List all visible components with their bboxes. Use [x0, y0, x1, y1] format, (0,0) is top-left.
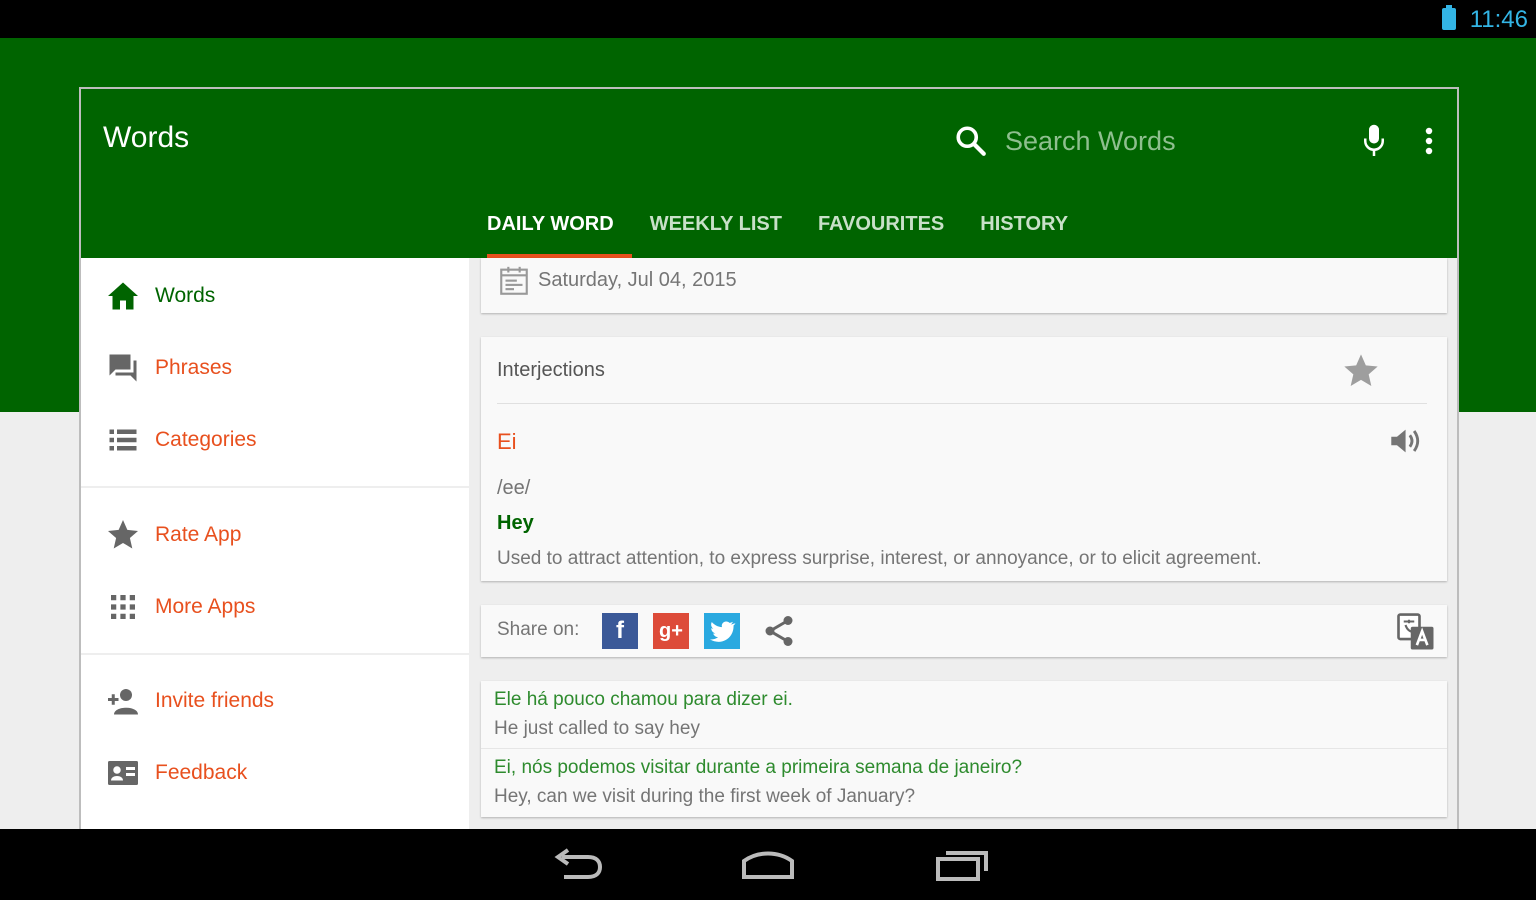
- drawer-item-label: Words: [155, 284, 216, 307]
- drawer-item-label: Invite friends: [155, 689, 275, 712]
- battery-icon: [1442, 5, 1456, 30]
- example-english: Hey, can we visit during the first week …: [494, 786, 916, 807]
- speaker-icon[interactable]: [1387, 423, 1427, 459]
- app-window: Words DAILY WORD WEEKLY LIST FAVOURITES …: [79, 87, 1459, 829]
- drawer-item-label: More Apps: [155, 595, 256, 618]
- calendar-icon: [500, 266, 528, 295]
- translate-icon[interactable]: [1395, 611, 1437, 653]
- drawer-item-more-apps[interactable]: More Apps: [81, 575, 469, 639]
- facebook-icon: f: [616, 617, 624, 644]
- daily-word-content: Saturday, Jul 04, 2015 Interjections Ei …: [481, 258, 1447, 829]
- share-label: Share on:: [497, 619, 580, 640]
- translation: Hey: [497, 512, 534, 534]
- app-title: Words: [103, 121, 190, 154]
- daily-word: Ei: [497, 429, 517, 454]
- example-item: Ei, nós podemos visitar durante a primei…: [481, 749, 1447, 817]
- system-navigation-bar: [0, 829, 1536, 900]
- drawer-item-label: Categories: [155, 428, 257, 451]
- drawer-item-rate-app[interactable]: Rate App: [81, 503, 469, 567]
- facebook-share-button[interactable]: f: [602, 613, 638, 649]
- tab-daily-word[interactable]: DAILY WORD: [469, 199, 632, 258]
- home-nav-icon[interactable]: [738, 845, 798, 885]
- status-time: 11:46: [1469, 6, 1528, 33]
- drawer-item-invite-friends[interactable]: Invite friends: [81, 669, 469, 733]
- drawer-item-label: Feedback: [155, 761, 248, 784]
- tab-bar: DAILY WORD WEEKLY LIST FAVOURITES HISTOR…: [469, 199, 1086, 258]
- daily-date: Saturday, Jul 04, 2015: [538, 269, 737, 291]
- definition: Used to attract attention, to express su…: [497, 548, 1262, 569]
- share-card: Share on: f g+: [481, 605, 1447, 657]
- chat-icon: [109, 354, 137, 382]
- google-plus-icon: g+: [659, 620, 683, 642]
- app-bar: Words DAILY WORD WEEKLY LIST FAVOURITES …: [81, 89, 1457, 258]
- example-item: Ele há pouco chamou para dizer ei. He ju…: [481, 681, 1447, 749]
- example-portuguese: Ei, nós podemos visitar durante a primei…: [494, 757, 1023, 778]
- microphone-icon[interactable]: [1359, 121, 1389, 161]
- status-bar: 11:46: [0, 0, 1536, 38]
- home-icon: [108, 282, 138, 310]
- search-icon[interactable]: [953, 123, 989, 159]
- navigation-drawer: Words Phrases Categories Rate App More A…: [81, 258, 469, 829]
- drawer-divider: [81, 486, 469, 488]
- favourite-star-icon[interactable]: [1341, 351, 1381, 391]
- tab-favourites[interactable]: FAVOURITES: [800, 199, 962, 258]
- word-card: Interjections Ei /ee/ Hey Used to attrac…: [481, 337, 1447, 581]
- twitter-icon: [710, 621, 736, 642]
- example-portuguese: Ele há pouco chamou para dizer ei.: [494, 689, 793, 710]
- tab-history[interactable]: HISTORY: [962, 199, 1086, 258]
- drawer-item-feedback[interactable]: Feedback: [81, 741, 469, 805]
- pronunciation: /ee/: [497, 477, 531, 499]
- twitter-share-button[interactable]: [704, 613, 740, 649]
- date-card: Saturday, Jul 04, 2015: [481, 258, 1447, 313]
- drawer-item-phrases[interactable]: Phrases: [81, 336, 469, 400]
- overflow-menu-icon[interactable]: [1419, 121, 1439, 161]
- drawer-item-label: Phrases: [155, 356, 233, 379]
- examples-card: Ele há pouco chamou para dizer ei. He ju…: [481, 681, 1447, 817]
- google-plus-share-button[interactable]: g+: [653, 613, 689, 649]
- drawer-item-words[interactable]: Words: [81, 264, 469, 328]
- card-divider: [497, 403, 1427, 404]
- star-icon: [108, 520, 138, 549]
- recent-apps-icon[interactable]: [932, 845, 992, 885]
- drawer-item-label: Rate App: [155, 523, 242, 546]
- grid-icon: [111, 595, 135, 619]
- drawer-item-categories[interactable]: Categories: [81, 408, 469, 472]
- feedback-icon: [108, 761, 138, 785]
- search-input[interactable]: [1005, 119, 1335, 163]
- back-icon[interactable]: [548, 845, 608, 885]
- share-icon[interactable]: [761, 613, 797, 649]
- drawer-divider: [81, 653, 469, 655]
- tab-weekly-list[interactable]: WEEKLY LIST: [632, 199, 800, 258]
- add-person-icon: [108, 689, 138, 715]
- word-category: Interjections: [497, 359, 605, 381]
- example-english: He just called to say hey: [494, 718, 700, 739]
- list-icon: [109, 429, 137, 451]
